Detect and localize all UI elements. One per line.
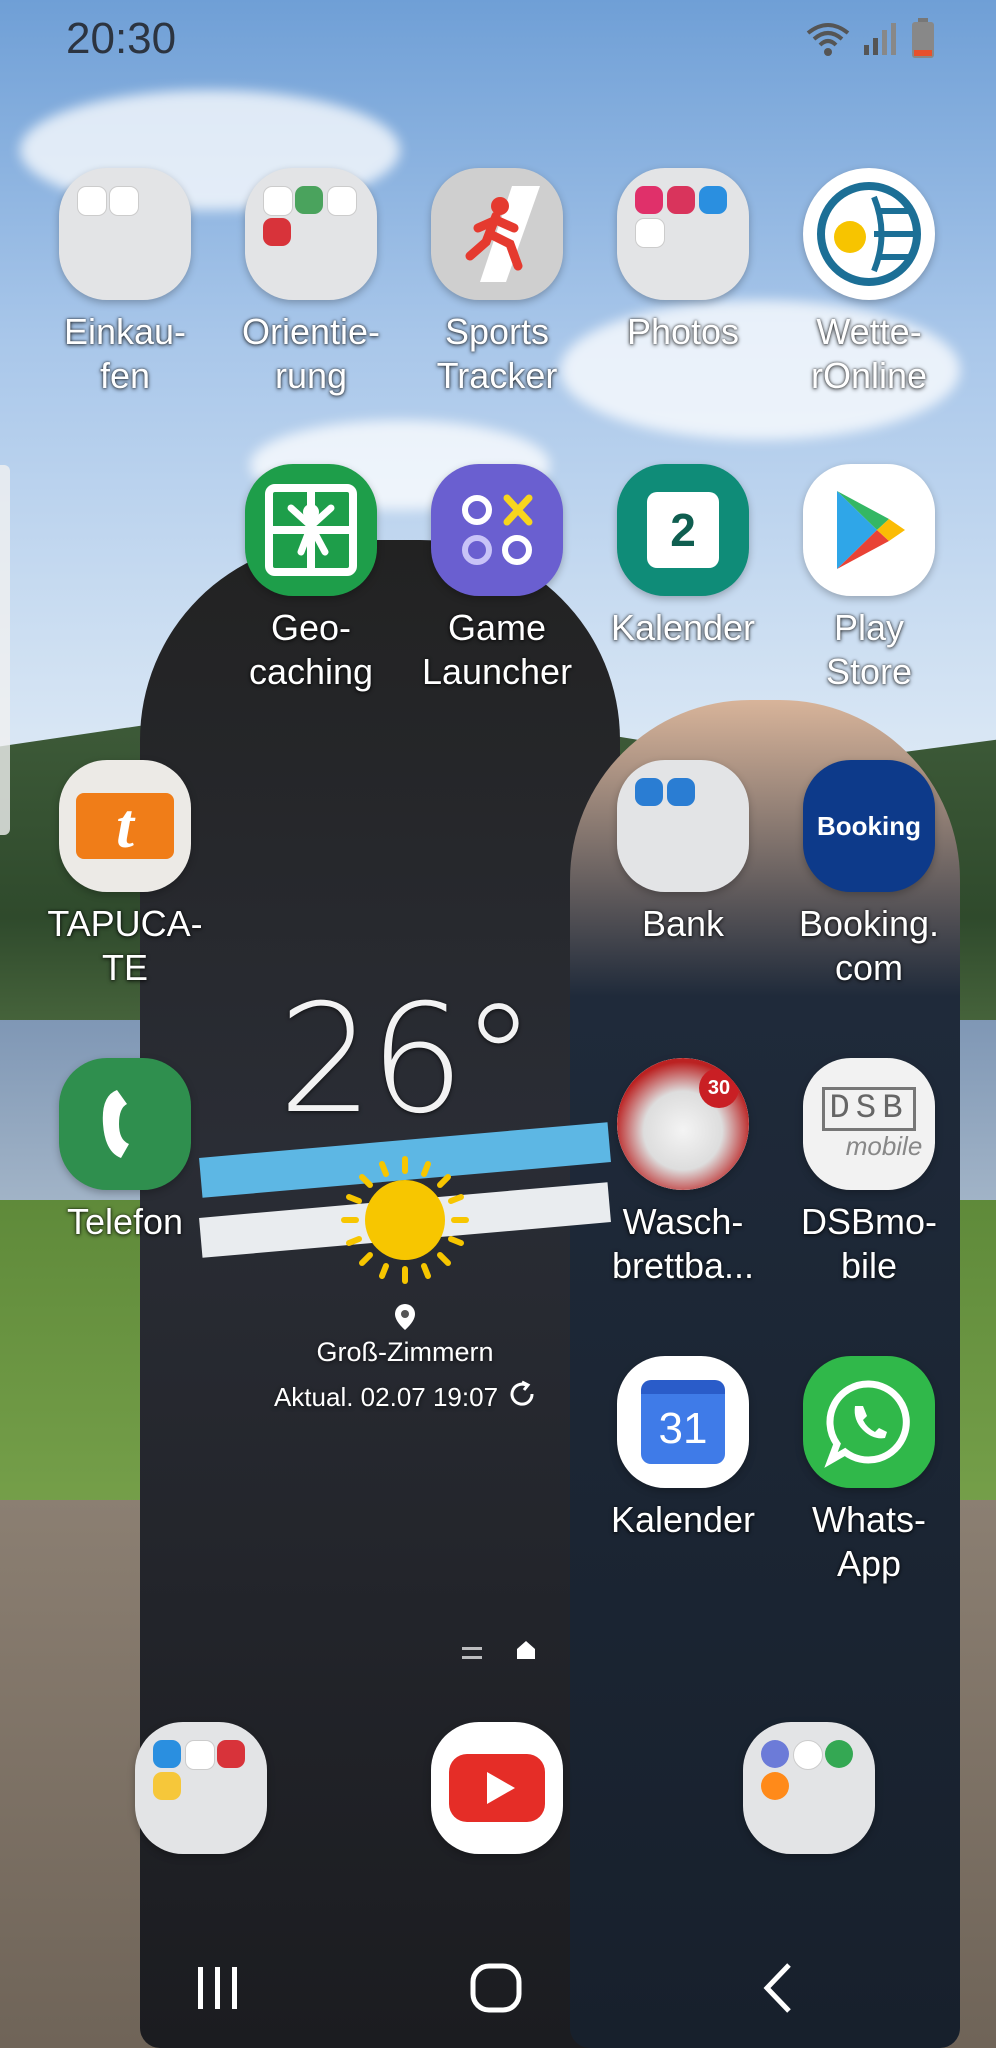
- dsb-logo-bottom: mobile: [845, 1130, 923, 1161]
- app-sports-tracker[interactable]: Sports Tracker: [412, 168, 582, 398]
- app-kalender-google[interactable]: 31 Kalender: [598, 1356, 768, 1542]
- geocaching-icon: [245, 464, 377, 596]
- calendar-date: 31: [658, 1404, 708, 1453]
- battery-icon: [910, 18, 936, 60]
- app-label: Booking. com: [798, 903, 940, 988]
- folder-icon: [743, 1722, 875, 1854]
- youtube-icon: [431, 1722, 563, 1854]
- app-label: Play Store: [825, 607, 913, 692]
- page-indicator[interactable]: [462, 1640, 536, 1665]
- app-tapucate[interactable]: t TAPUCA- TE: [40, 760, 210, 990]
- app-label: Orientie- rung: [241, 311, 381, 396]
- home-button[interactable]: [446, 1950, 546, 2030]
- location-pin-icon: [394, 1303, 416, 1331]
- calendar-icon: 2: [617, 464, 749, 596]
- app-label: Einkau- fen: [63, 311, 187, 396]
- folder-orientierung[interactable]: Orientie- rung: [226, 168, 396, 398]
- booking-icon: Booking: [803, 760, 935, 892]
- recents-button[interactable]: [168, 1950, 268, 2030]
- app-kalender-samsung[interactable]: 2 Kalender: [598, 464, 768, 650]
- dsb-icon: DSB mobile: [803, 1058, 935, 1190]
- app-label: Geo- caching: [248, 607, 374, 692]
- app-telefon[interactable]: Telefon: [40, 1058, 210, 1244]
- app-youtube[interactable]: [412, 1722, 582, 1854]
- folder-bank[interactable]: Bank: [598, 760, 768, 946]
- app-label: Game Launcher: [421, 607, 573, 692]
- app-booking[interactable]: Booking Booking. com: [784, 760, 954, 990]
- home-icon: [469, 1963, 523, 2018]
- app-label: Telefon: [66, 1201, 184, 1242]
- folder-einkaufen[interactable]: Einkau- fen: [40, 168, 210, 398]
- tapucate-letter: t: [116, 790, 134, 861]
- fitness-badge: 30: [699, 1068, 739, 1108]
- app-label: Wette- rOnline: [810, 311, 928, 396]
- app-label: Whats- App: [811, 1499, 926, 1584]
- recents-icon: [194, 1965, 242, 2016]
- booking-logo-text: Booking: [817, 810, 921, 841]
- globe-icon: [803, 168, 935, 300]
- weather-location: Groß-Zimmern: [316, 1337, 494, 1367]
- dsb-logo-top: DSB: [822, 1086, 916, 1131]
- app-wetteronline[interactable]: Wette- rOnline: [784, 168, 954, 398]
- folder-icon: [135, 1722, 267, 1854]
- google-calendar-icon: 31: [617, 1356, 749, 1488]
- folder-browsers[interactable]: [724, 1722, 894, 1854]
- app-label: DSBmo- bile: [800, 1201, 938, 1286]
- app-geocaching[interactable]: Geo- caching: [226, 464, 396, 694]
- app-play-store[interactable]: Play Store: [784, 464, 954, 694]
- status-bar: 20:30: [0, 0, 996, 80]
- runner-icon: [431, 168, 563, 300]
- weather-updated: Aktual. 02.07 19:07: [273, 1382, 499, 1412]
- folder-icon: [59, 168, 191, 300]
- play-store-icon: [803, 464, 935, 596]
- folder-photos[interactable]: Photos: [598, 168, 768, 354]
- status-time: 20:30: [66, 14, 177, 63]
- app-label: Kalender: [610, 1499, 756, 1540]
- game-launcher-icon: [431, 464, 563, 596]
- phone-icon: [59, 1058, 191, 1190]
- wifi-icon: [806, 21, 850, 57]
- folder-icon: [617, 168, 749, 300]
- back-button[interactable]: [728, 1950, 828, 2030]
- calendar-date: 2: [670, 504, 696, 556]
- weather-widget[interactable]: 26° Groß-Zimmern Aktual. 02.07 19:07: [250, 985, 560, 1415]
- fitness-icon: 30: [617, 1058, 749, 1190]
- folder-icon: [617, 760, 749, 892]
- app-label: TAPUCA- TE: [47, 903, 203, 988]
- app-label: Photos: [626, 311, 740, 352]
- folder-icon: [245, 168, 377, 300]
- app-label: Wasch- brettba...: [611, 1201, 755, 1286]
- app-label: Sports Tracker: [436, 311, 558, 396]
- refresh-icon[interactable]: [508, 1380, 536, 1415]
- app-label: Kalender: [610, 607, 756, 648]
- weather-temperature: 26°: [278, 973, 536, 1147]
- back-icon: [761, 1962, 795, 2019]
- app-dsbmobile[interactable]: DSB mobile DSBmo- bile: [784, 1058, 954, 1288]
- home-page-icon: [516, 1640, 536, 1665]
- navigation-bar: [0, 1930, 996, 2048]
- folder-messages[interactable]: [116, 1722, 286, 1854]
- signal-icon: [862, 21, 898, 57]
- page-lines-icon: [462, 1646, 482, 1659]
- sun-icon: [340, 1155, 470, 1285]
- whatsapp-icon: [803, 1356, 935, 1488]
- tapucate-icon: t: [59, 760, 191, 892]
- app-whatsapp[interactable]: Whats- App: [784, 1356, 954, 1586]
- app-label: Bank: [641, 903, 725, 944]
- app-game-launcher[interactable]: Game Launcher: [412, 464, 582, 694]
- app-waschbrettbauch[interactable]: 30 Wasch- brettba...: [598, 1058, 768, 1288]
- edge-panel-handle[interactable]: [0, 465, 10, 835]
